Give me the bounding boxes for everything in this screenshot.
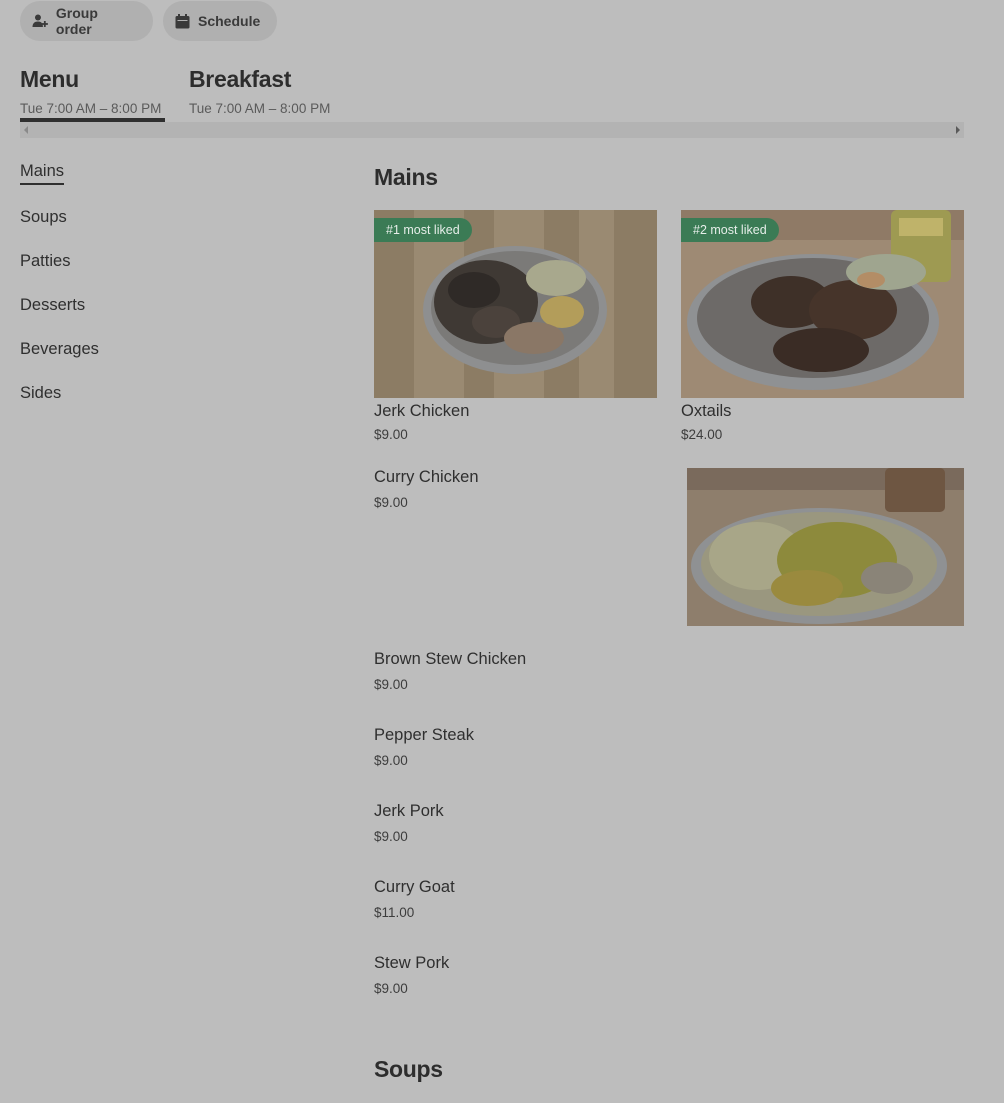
most-liked-badge: #1 most liked (374, 218, 472, 242)
group-order-button[interactable]: Group order (20, 1, 153, 41)
item-price: $9.00 (374, 829, 408, 844)
schedule-label: Schedule (198, 13, 261, 29)
scroll-left-arrow-icon[interactable] (24, 126, 28, 134)
item-price: $24.00 (681, 427, 723, 442)
sidebar-item-patties[interactable]: Patties (20, 252, 70, 271)
item-name[interactable]: Jerk Chicken (374, 402, 469, 421)
jerk-chicken-image[interactable]: #1 most liked (374, 210, 657, 398)
menu-tab-hours: Tue 7:00 AM – 8:00 PM (20, 101, 162, 116)
item-price: $9.00 (374, 677, 408, 692)
item-price: $9.00 (374, 981, 408, 996)
item-name[interactable]: Pepper Steak (374, 726, 474, 745)
section-title-soups: Soups (374, 1056, 443, 1082)
item-price: $9.00 (374, 495, 408, 510)
item-name[interactable]: Curry Goat (374, 878, 455, 897)
item-price: $9.00 (374, 427, 408, 442)
item-name[interactable]: Jerk Pork (374, 802, 444, 821)
add-person-icon (32, 14, 48, 27)
curry-chicken-image[interactable] (687, 468, 964, 626)
item-name[interactable]: Curry Chicken (374, 468, 479, 487)
menu-tab-menu[interactable]: Menu Tue 7:00 AM – 8:00 PM (20, 66, 161, 116)
curry-chicken-photo-icon (687, 468, 964, 626)
menu-tab-breakfast[interactable]: Breakfast Tue 7:00 AM – 8:00 PM (189, 66, 330, 116)
item-price: $9.00 (374, 753, 408, 768)
group-order-label: Group order (55, 5, 98, 37)
oxtails-image[interactable]: #2 most liked (681, 210, 964, 398)
sidebar-item-soups[interactable]: Soups (20, 208, 67, 227)
calendar-icon (175, 13, 190, 28)
section-title-mains: Mains (374, 164, 438, 190)
sidebar-item-desserts[interactable]: Desserts (20, 296, 85, 315)
menu-tab-title: Menu (20, 66, 79, 92)
sidebar-item-sides[interactable]: Sides (20, 384, 61, 403)
most-liked-badge: #2 most liked (681, 218, 779, 242)
horizontal-scrollbar[interactable] (20, 122, 964, 138)
sidebar-item-mains[interactable]: Mains (20, 162, 65, 185)
menu-tab-title: Breakfast (189, 66, 292, 92)
scroll-right-arrow-icon[interactable] (956, 126, 960, 134)
item-name[interactable]: Stew Pork (374, 954, 449, 973)
item-name[interactable]: Brown Stew Chicken (374, 650, 526, 669)
menu-tab-hours: Tue 7:00 AM – 8:00 PM (189, 101, 331, 116)
schedule-button[interactable]: Schedule (163, 1, 277, 41)
sidebar-item-beverages[interactable]: Beverages (20, 340, 99, 359)
item-name[interactable]: Oxtails (681, 402, 731, 421)
item-price: $11.00 (374, 905, 415, 920)
